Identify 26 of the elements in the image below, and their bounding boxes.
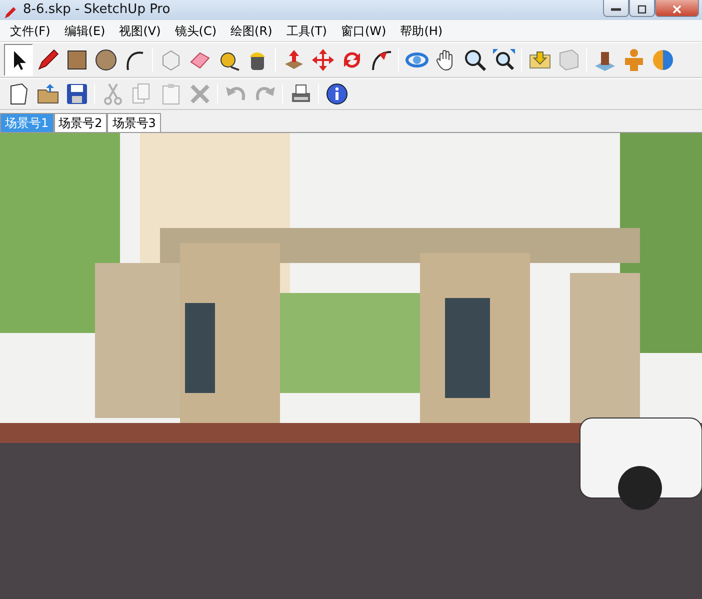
delete-x-icon [188, 82, 212, 106]
scene-tab[interactable]: 场景号2 [54, 113, 108, 132]
menu-item[interactable]: 镜头(C) [168, 22, 224, 40]
close-button[interactable] [655, 0, 699, 17]
menu-item[interactable]: 文件(F) [3, 22, 58, 40]
move-arrows-icon [310, 48, 334, 72]
maximize-button[interactable] [629, 0, 655, 17]
zoom-extents-icon [492, 48, 516, 72]
square-icon [64, 48, 88, 72]
window-title: 8-6.skp - SketchUp Pro [23, 1, 170, 19]
scene-tab[interactable]: 场景号3 [107, 113, 161, 132]
minimize-button[interactable] [603, 0, 629, 17]
menu-item[interactable]: 编辑(E) [57, 22, 112, 40]
menu-item[interactable]: 绘图(R) [224, 22, 280, 40]
magnifier-icon [462, 48, 486, 72]
open-folder-icon [36, 82, 60, 106]
info-icon [324, 82, 348, 106]
menu-item[interactable]: 窗口(W) [334, 22, 394, 40]
menu-item[interactable]: 工具(T) [279, 22, 334, 40]
pencil-icon [36, 48, 60, 72]
minimize-icon [611, 8, 621, 12]
menu-item[interactable]: 视图(V) [112, 22, 168, 40]
menu-item[interactable]: 帮助(H) [393, 22, 450, 40]
arrow-cursor-tool-button[interactable] [4, 44, 33, 76]
pencil-logo-icon [3, 6, 17, 20]
circle-icon [94, 48, 118, 72]
